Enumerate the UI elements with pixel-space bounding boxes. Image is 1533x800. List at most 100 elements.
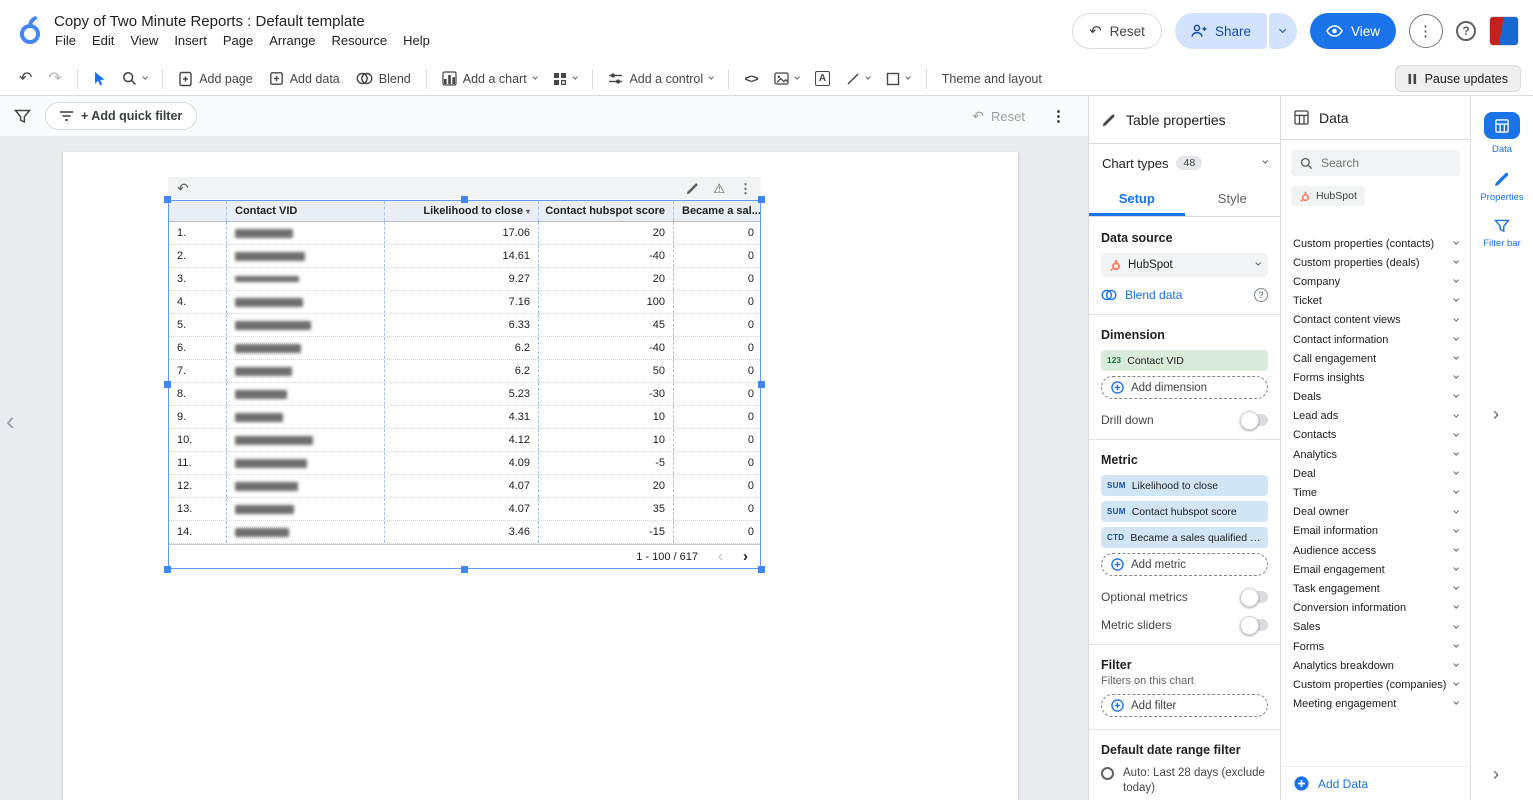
menu-item[interactable]: Edit — [85, 31, 121, 50]
metric-chip[interactable]: CTD Became a sales qualified lead date — [1101, 527, 1268, 548]
blend-button[interactable]: Blend — [349, 65, 418, 92]
date-range-auto-option[interactable]: Auto: Last 28 days (exclude today) — [1101, 766, 1268, 796]
menu-item[interactable]: Resource — [324, 31, 394, 50]
chart-types-row[interactable]: Chart types 48 — [1089, 144, 1280, 182]
add-page-button[interactable]: Add page — [171, 65, 260, 92]
rail-item-data[interactable]: Data — [1471, 112, 1533, 155]
menu-item[interactable]: Arrange — [262, 31, 322, 50]
col-likelihood[interactable]: Likelihood to close▾ — [384, 201, 538, 221]
add-data-button[interactable]: Add Data — [1281, 766, 1470, 800]
rail-item-filter-bar[interactable]: Filter bar — [1471, 219, 1533, 249]
metric-chip[interactable]: SUM Likelihood to close — [1101, 475, 1268, 496]
zoom-tool[interactable] — [115, 65, 154, 92]
table-row[interactable]: 12. 4.07 20 0 — [169, 475, 760, 498]
insert-shape-button[interactable] — [879, 65, 917, 92]
field-group-row[interactable]: Deal — [1281, 464, 1470, 483]
selection-handle[interactable] — [164, 566, 171, 573]
add-data-button[interactable]: Add data — [262, 65, 347, 92]
field-group-row[interactable]: Sales — [1281, 618, 1470, 637]
metric-chip[interactable]: SUM Contact hubspot score — [1101, 501, 1268, 522]
selection-handle[interactable] — [461, 196, 468, 203]
report-canvas[interactable]: ‹ ↶ ⚠ ⋮ Contact VID — [0, 136, 1088, 800]
selection-handle[interactable] — [461, 566, 468, 573]
more-options-button[interactable]: ⋮ — [1409, 14, 1443, 48]
field-group-row[interactable]: Contacts — [1281, 426, 1470, 445]
warning-icon[interactable]: ⚠ — [713, 182, 725, 195]
field-group-row[interactable]: Forms insights — [1281, 368, 1470, 387]
tab-setup[interactable]: Setup — [1089, 182, 1185, 216]
field-group-row[interactable]: Email engagement — [1281, 560, 1470, 579]
table-row[interactable]: 3. 9.27 20 0 — [169, 268, 760, 291]
select-tool[interactable] — [86, 65, 113, 92]
selection-handle[interactable] — [758, 381, 765, 388]
table-row[interactable]: 2. 14.61 -40 0 — [169, 245, 760, 268]
table-row[interactable]: 8. 5.23 -30 0 — [169, 383, 760, 406]
table-row[interactable]: 11. 4.09 -5 0 — [169, 452, 760, 475]
rail-item-properties[interactable]: Properties — [1471, 171, 1533, 203]
selection-handle[interactable] — [758, 196, 765, 203]
pagination-prev-icon[interactable]: ‹ — [718, 548, 723, 565]
col-hubspot-score[interactable]: Contact hubspot score — [538, 201, 673, 221]
field-group-row[interactable]: Call engagement — [1281, 349, 1470, 368]
field-group-row[interactable]: Analytics breakdown — [1281, 656, 1470, 675]
add-chart-button[interactable]: Add a chart — [435, 65, 544, 92]
field-group-row[interactable]: Forms — [1281, 637, 1470, 656]
view-button[interactable]: View — [1310, 13, 1396, 49]
help-icon[interactable]: ? — [1254, 288, 1268, 302]
field-search[interactable] — [1291, 150, 1460, 176]
field-group-row[interactable]: Contact content views — [1281, 311, 1470, 330]
pause-updates-button[interactable]: Pause updates — [1395, 65, 1521, 92]
community-visualizations-button[interactable] — [546, 65, 584, 92]
radio-unselected-icon[interactable] — [1101, 767, 1114, 780]
table-row[interactable]: 14. 3.46 -15 0 — [169, 521, 760, 544]
insert-text-button[interactable]: A — [808, 65, 837, 92]
field-group-row[interactable]: Custom properties (companies) — [1281, 675, 1470, 694]
table-row[interactable]: 4. 7.16 100 0 — [169, 291, 760, 314]
page-nav-left-chevron[interactable]: ‹ — [6, 408, 15, 434]
optional-metrics-toggle[interactable] — [1242, 591, 1268, 603]
field-group-row[interactable]: Audience access — [1281, 541, 1470, 560]
add-quick-filter-button[interactable]: + Add quick filter — [45, 102, 197, 130]
theme-layout-button[interactable]: Theme and layout — [935, 65, 1049, 92]
field-group-row[interactable]: Task engagement — [1281, 579, 1470, 598]
field-group-row[interactable]: Custom properties (contacts) — [1281, 234, 1470, 253]
field-group-row[interactable]: Ticket — [1281, 292, 1470, 311]
dimension-chip[interactable]: 123 Contact VID — [1101, 350, 1268, 371]
page-nav-right-chevron[interactable]: › — [1493, 764, 1499, 785]
redo-button[interactable]: ↷ — [41, 65, 68, 92]
field-group-row[interactable]: Email information — [1281, 522, 1470, 541]
embed-code-button[interactable]: <> — [737, 65, 764, 92]
share-dropdown-caret[interactable] — [1269, 13, 1297, 49]
field-group-row[interactable]: Time — [1281, 483, 1470, 502]
add-filter-button[interactable]: Add filter — [1101, 694, 1268, 717]
data-source-select[interactable]: HubSpot — [1101, 253, 1268, 277]
share-button[interactable]: Share — [1175, 13, 1267, 49]
col-contact-vid[interactable]: Contact VID — [226, 201, 384, 221]
help-icon[interactable]: ? — [1456, 21, 1476, 41]
connector-chip[interactable]: HubSpot — [1291, 186, 1365, 206]
col-became-sql[interactable]: Became a sal... — [673, 201, 762, 221]
chart-undo-icon[interactable]: ↶ — [177, 181, 189, 195]
menu-item[interactable]: View — [123, 31, 165, 50]
table-row[interactable]: 7. 6.2 50 0 — [169, 360, 760, 383]
chart-menu-icon[interactable]: ⋮ — [739, 182, 752, 195]
menu-item[interactable]: Page — [216, 31, 260, 50]
edit-pencil-icon[interactable] — [686, 182, 699, 195]
insert-image-button[interactable] — [767, 65, 806, 92]
add-metric-button[interactable]: Add metric — [1101, 553, 1268, 576]
reset-button[interactable]: ↶ Reset — [1072, 13, 1162, 49]
selection-handle[interactable] — [164, 196, 171, 203]
tab-style[interactable]: Style — [1185, 182, 1281, 216]
table-row[interactable]: 10. 4.12 10 0 — [169, 429, 760, 452]
search-input[interactable] — [1321, 156, 1451, 170]
field-group-row[interactable]: Custom properties (deals) — [1281, 253, 1470, 272]
funnel-icon[interactable] — [14, 109, 31, 124]
field-group-row[interactable]: Lead ads — [1281, 407, 1470, 426]
field-group-row[interactable]: Meeting engagement — [1281, 695, 1470, 714]
selection-handle[interactable] — [758, 566, 765, 573]
field-group-row[interactable]: Conversion information — [1281, 599, 1470, 618]
add-control-button[interactable]: Add a control — [601, 65, 720, 92]
menu-item[interactable]: File — [48, 31, 83, 50]
menu-item[interactable]: Help — [396, 31, 437, 50]
avatar[interactable] — [1489, 16, 1519, 46]
